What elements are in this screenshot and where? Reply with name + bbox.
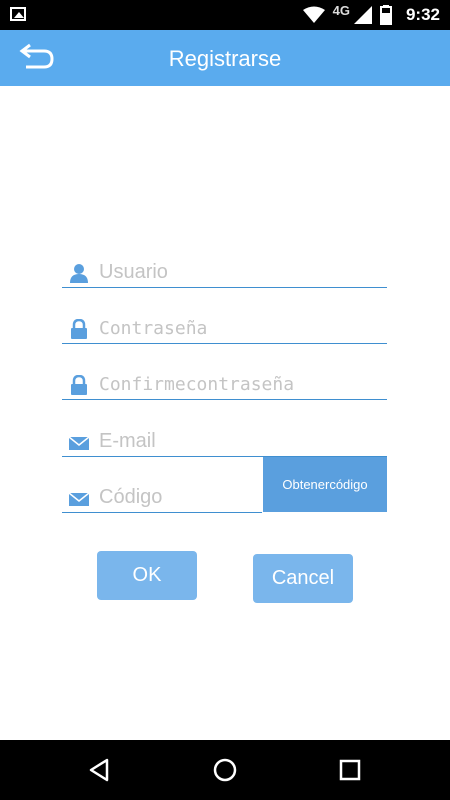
lock-icon (71, 319, 87, 339)
signal-icon (353, 6, 372, 24)
get-code-button[interactable]: Obtenercódigo (263, 457, 387, 512)
page-title: Registrarse (168, 46, 282, 71)
user-icon (70, 264, 88, 283)
mail-icon (69, 492, 89, 506)
confirm-password-field (62, 369, 387, 400)
image-icon (10, 7, 26, 21)
recents-square-icon (339, 759, 361, 781)
navigation-bar (0, 740, 450, 800)
password-input[interactable] (99, 313, 379, 343)
code-field (62, 482, 262, 513)
status-bar: 4G 9:32 (0, 0, 450, 30)
ok-button[interactable]: OK (97, 551, 197, 600)
code-input[interactable] (99, 482, 259, 512)
clock: 9:32 (405, 5, 440, 24)
nav-back-button[interactable] (85, 755, 115, 785)
back-button[interactable] (16, 42, 56, 74)
home-circle-icon (213, 758, 237, 782)
battery-icon (379, 5, 392, 25)
password-field (62, 313, 387, 344)
email-input[interactable] (99, 426, 379, 456)
mail-icon (69, 436, 89, 450)
back-triangle-icon (89, 758, 109, 782)
network-type-label: 4G (332, 2, 350, 18)
wifi-icon (302, 6, 325, 23)
back-arrow-icon (19, 43, 54, 69)
email-field (62, 426, 387, 457)
username-field (62, 257, 387, 288)
nav-recents-button[interactable] (335, 755, 365, 785)
app-bar: Registrarse (0, 30, 450, 86)
confirm-password-input[interactable] (99, 369, 379, 399)
nav-home-button[interactable] (210, 755, 240, 785)
status-icons: 4G 9:32 (302, 0, 440, 30)
username-input[interactable] (99, 257, 379, 287)
lock-icon (71, 375, 87, 395)
cancel-button[interactable]: Cancel (253, 554, 353, 603)
